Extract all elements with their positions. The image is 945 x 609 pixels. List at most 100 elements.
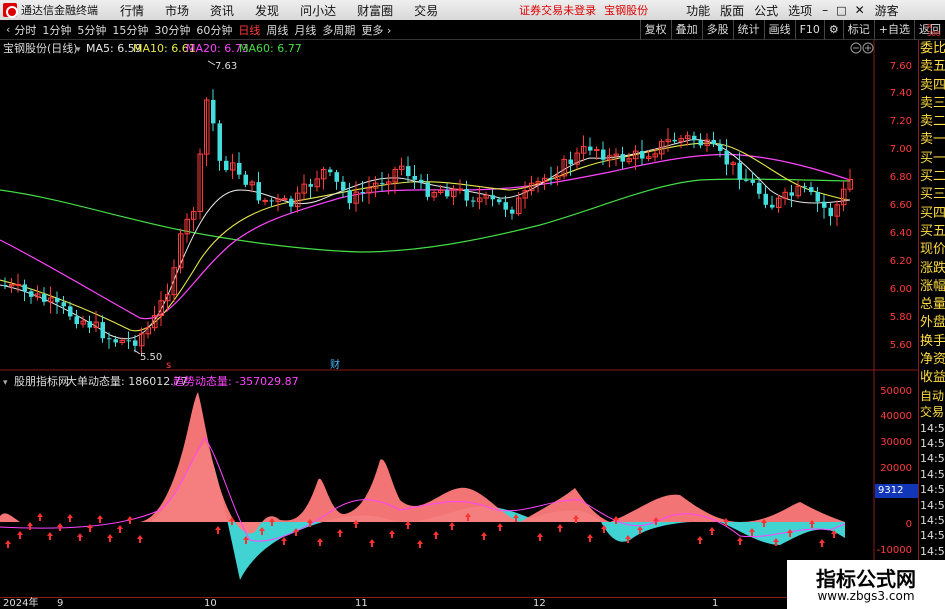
candle-body	[757, 182, 762, 194]
quote-field-label: 现价	[920, 242, 945, 258]
buy-arrow-icon	[433, 531, 439, 539]
buy-arrow-icon	[317, 538, 323, 546]
momentum-area-red	[0, 392, 845, 534]
time-axis: 2024年 9 10 11 12 1	[0, 597, 918, 609]
minimize-icon[interactable]: –	[822, 3, 828, 17]
low-price-label: 5.50	[140, 352, 162, 363]
period-multi[interactable]: 多周期	[322, 22, 355, 38]
multi-stock-button[interactable]: 多股	[701, 19, 733, 40]
buy-arrow-icon	[405, 521, 411, 529]
login-status[interactable]: 证券交易未登录	[519, 2, 596, 18]
mark-button[interactable]: 标记	[842, 19, 874, 40]
candle-body	[22, 284, 27, 292]
candle-body	[113, 339, 118, 343]
candle-body	[347, 190, 352, 204]
candle-body	[490, 195, 495, 200]
period-60min[interactable]: 60分钟	[196, 22, 232, 38]
adjust-button[interactable]: 复权	[639, 19, 671, 40]
candle-body	[29, 291, 34, 297]
buy-arrow-icon	[369, 539, 375, 547]
close-icon[interactable]: ✕	[855, 3, 865, 17]
f10-button[interactable]: F10	[794, 19, 824, 40]
indicator-tick: 20000	[880, 463, 912, 474]
candle-body	[217, 123, 222, 161]
buy-arrow-icon	[17, 531, 23, 539]
candle-body	[74, 316, 79, 325]
buy-arrow-icon	[67, 514, 73, 522]
menu-layout[interactable]: 版面	[720, 2, 744, 19]
menu-formula[interactable]: 公式	[754, 2, 778, 19]
overlay-button[interactable]: 叠加	[670, 19, 702, 40]
quote-field-label: 买四	[920, 205, 945, 221]
candle-body	[802, 186, 807, 188]
buy-arrow-icon	[107, 534, 113, 542]
buy-arrow-icon	[557, 524, 563, 532]
watermark: 指标公式网 www.zbgs3.com	[787, 560, 945, 609]
high-price-label: 7.63	[215, 61, 237, 72]
tick-time: 14:56	[920, 529, 945, 543]
buy-arrow-icon	[97, 515, 103, 523]
period-30min[interactable]: 30分钟	[154, 22, 190, 38]
low-marker: 5.50	[133, 349, 162, 363]
quote-field-label: 涨幅	[920, 278, 945, 294]
price-tick: 6.00	[890, 284, 912, 295]
menu-item-ask[interactable]: 问小达	[300, 2, 336, 19]
buy-arrow-icon	[281, 537, 287, 545]
draw-button[interactable]: 画线	[763, 19, 795, 40]
candle-body	[68, 306, 73, 317]
candle-body	[750, 179, 755, 183]
buy-arrow-icon	[77, 533, 83, 541]
right-quote-panel: 委比 卖五 卖四 卖三 卖二 卖一 买一 买二 买三 买四 买五 现价 涨跌 涨幅 总量 外盘 换手 净资 收益 自…	[918, 40, 945, 609]
buy-arrow-icon	[27, 522, 33, 530]
period-15min[interactable]: 15分钟	[112, 22, 148, 38]
menu-item-trade[interactable]: 交易	[414, 2, 438, 19]
menu-item-market[interactable]: 市场	[165, 2, 189, 19]
menu-item-quotes[interactable]: 行情	[120, 2, 144, 19]
quote-field-label: 卖五	[920, 59, 945, 75]
period-monthly[interactable]: 月线	[294, 22, 316, 38]
candle-body	[308, 184, 313, 187]
watermark-url: www.zbgs3.com	[817, 589, 915, 603]
menu-item-wealth[interactable]: 财富圈	[357, 2, 393, 19]
quote-field-label: 委比	[920, 41, 945, 56]
stats-button[interactable]: 统计	[732, 19, 764, 40]
expand-icon[interactable]: ▾	[76, 45, 81, 55]
maximize-icon[interactable]: □	[836, 4, 846, 17]
candle-body	[568, 159, 573, 165]
guest-label[interactable]: 游客	[875, 2, 899, 19]
candle-body	[620, 154, 625, 162]
candle-body	[412, 176, 417, 180]
menu-item-news[interactable]: 资讯	[210, 2, 234, 19]
chart-area[interactable]: 宝钢股份(日线) ▾ MA5: 6.59 MA10: 6.61 MA20: 6.…	[0, 40, 918, 597]
indicator-tick: 40000	[880, 411, 912, 422]
quote-field-label: 涨跌	[920, 260, 945, 276]
crosshair-value-box: 9312	[875, 484, 918, 498]
stock-name-link[interactable]: 宝钢股份	[604, 2, 648, 18]
period-intraday[interactable]: 分时	[14, 22, 36, 38]
menu-function[interactable]: 功能	[686, 2, 710, 19]
buy-arrow-icon	[57, 523, 63, 531]
tick-time: 14:56	[920, 544, 945, 558]
add-watchlist-button[interactable]: +自选	[873, 19, 914, 40]
time-tick: 10	[204, 598, 217, 609]
time-tick: 2024年	[3, 598, 39, 609]
event-marker-finance[interactable]: 财	[330, 358, 340, 371]
period-5min[interactable]: 5分钟	[77, 22, 106, 38]
period-1min[interactable]: 1分钟	[42, 22, 71, 38]
gear-icon[interactable]: ⚙	[823, 19, 843, 40]
menu-options[interactable]: 选项	[788, 2, 812, 19]
auto-trade-label[interactable]: 自动	[919, 388, 945, 405]
period-more[interactable]: 更多 ›	[361, 22, 391, 38]
indicator-expand-icon[interactable]: ▾	[3, 378, 8, 388]
indicator-tick: 30000	[880, 437, 912, 448]
auto-trade-label[interactable]: 交易	[919, 404, 945, 421]
period-weekly[interactable]: 周线	[266, 22, 288, 38]
collapse-icon[interactable]: ‹	[6, 23, 10, 36]
period-toolbar: ‹ 分时 1分钟 5分钟 15分钟 30分钟 60分钟 日线 周线 月线 多周期…	[0, 19, 945, 40]
event-marker-s[interactable]: s	[166, 360, 171, 371]
quote-field-label: 买三	[920, 187, 945, 203]
buy-arrow-icon	[449, 522, 455, 530]
period-daily[interactable]: 日线	[238, 22, 260, 38]
right-panel-corner[interactable]: R 300	[927, 24, 940, 38]
menu-item-discover[interactable]: 发现	[255, 2, 279, 19]
